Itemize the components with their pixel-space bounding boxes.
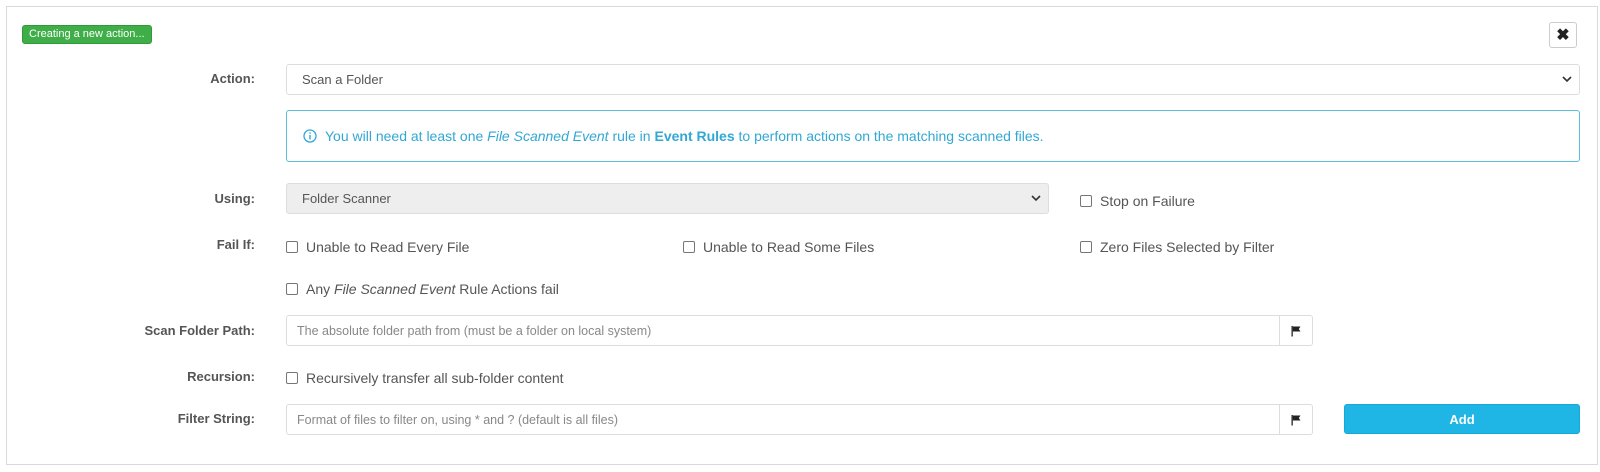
action-select[interactable]: Scan a Folder [286, 64, 1580, 95]
scan-path-input[interactable] [287, 316, 1279, 345]
flag-icon [1291, 325, 1301, 336]
info-alert: You will need at least one File Scanned … [286, 110, 1580, 162]
close-icon: ✖ [1556, 27, 1570, 44]
chevron-down-icon [1562, 75, 1572, 82]
scan-path-group [286, 315, 1313, 346]
fail-zero-files-label: Zero Files Selected by Filter [1100, 239, 1275, 255]
filter-group [286, 404, 1313, 435]
fail-if-label: Fail If: [216, 237, 255, 252]
info-text: You will need at least one File Scanned … [325, 128, 1044, 144]
flag-button[interactable] [1279, 405, 1312, 434]
scan-path-label: Scan Folder Path: [144, 323, 255, 338]
add-button[interactable]: Add [1344, 404, 1580, 434]
chevron-down-icon [1031, 194, 1041, 201]
recursion-checkbox[interactable]: Recursively transfer all sub-folder cont… [286, 370, 564, 386]
fail-read-some-checkbox[interactable]: Unable to Read Some Files [683, 239, 874, 255]
fail-read-every-label: Unable to Read Every File [306, 239, 470, 255]
recursion-label: Recursion: [187, 369, 255, 384]
fail-read-every-checkbox[interactable]: Unable to Read Every File [286, 239, 469, 255]
info-circle-icon [303, 129, 317, 143]
fail-rule-actions-checkbox[interactable]: Any File Scanned Event Rule Actions fail [286, 281, 559, 297]
fail-rule-actions-label: Any File Scanned Event Rule Actions fail [306, 281, 559, 297]
using-select[interactable]: Folder Scanner [286, 183, 1049, 214]
checkbox[interactable] [286, 283, 298, 295]
checkbox[interactable] [1080, 241, 1092, 253]
action-label: Action: [210, 71, 255, 86]
checkbox[interactable] [286, 372, 298, 384]
close-button[interactable]: ✖ [1549, 22, 1577, 48]
using-select-value: Folder Scanner [302, 191, 391, 206]
checkbox[interactable] [1080, 195, 1092, 207]
fail-read-some-label: Unable to Read Some Files [703, 239, 875, 255]
checkbox[interactable] [286, 241, 298, 253]
fail-zero-files-checkbox[interactable]: Zero Files Selected by Filter [1080, 239, 1274, 255]
status-badge: Creating a new action... [22, 25, 152, 44]
flag-icon [1291, 414, 1301, 425]
flag-button[interactable] [1279, 316, 1312, 345]
using-label: Using: [214, 191, 255, 206]
action-select-value: Scan a Folder [302, 72, 383, 87]
checkbox[interactable] [683, 241, 695, 253]
stop-on-failure-checkbox[interactable]: Stop on Failure [1080, 193, 1195, 209]
recursion-option-label: Recursively transfer all sub-folder cont… [306, 370, 564, 386]
stop-on-failure-label: Stop on Failure [1100, 193, 1195, 209]
filter-label: Filter String: [177, 411, 255, 426]
filter-input[interactable] [287, 405, 1279, 434]
